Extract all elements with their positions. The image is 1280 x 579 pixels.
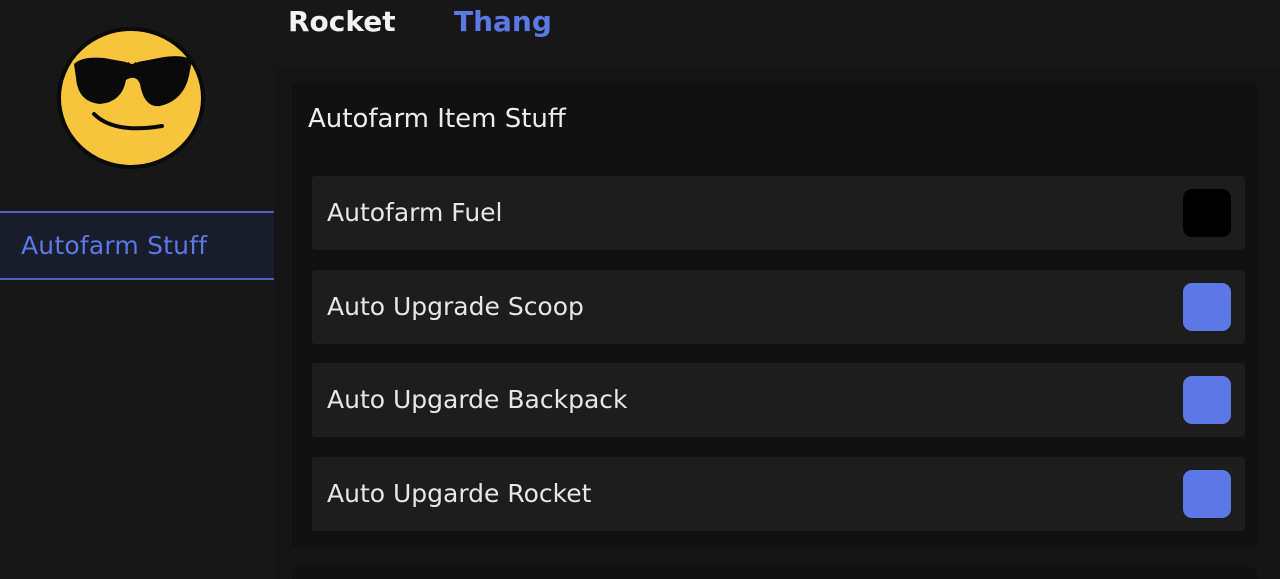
auto-upgarde-rocket-checkbox[interactable] <box>1183 470 1231 518</box>
toggle-label: Auto Upgarde Rocket <box>327 479 592 508</box>
sidebar: Autofarm Stuff <box>0 0 274 579</box>
app-window: Autofarm Stuff Rocket Thang Autofarm Ite… <box>0 0 1280 579</box>
toggle-row-auto-upgrade-scoop[interactable]: Auto Upgrade Scoop <box>312 270 1245 344</box>
toggle-label: Auto Upgrade Scoop <box>327 292 584 321</box>
autofarm-item-section: Autofarm Item Stuff Autofarm Fuel Auto U… <box>292 83 1257 547</box>
sidebar-item-autofarm-stuff[interactable]: Autofarm Stuff <box>0 211 274 280</box>
section-title: Autofarm Item Stuff <box>308 104 566 134</box>
next-section-panel <box>292 567 1257 579</box>
toggle-row-auto-upgarde-backpack[interactable]: Auto Upgarde Backpack <box>312 363 1245 437</box>
auto-upgarde-backpack-checkbox[interactable] <box>1183 376 1231 424</box>
app-title: Rocket <box>288 5 396 38</box>
sidebar-item-label: Autofarm Stuff <box>21 231 208 260</box>
toggle-label: Auto Upgarde Backpack <box>327 385 628 414</box>
toggle-row-auto-upgarde-rocket[interactable]: Auto Upgarde Rocket <box>312 457 1245 531</box>
auto-upgrade-scoop-checkbox[interactable] <box>1183 283 1231 331</box>
toggle-label: Autofarm Fuel <box>327 198 503 227</box>
autofarm-fuel-checkbox[interactable] <box>1183 189 1231 237</box>
sunglasses-emoji-icon <box>52 22 210 174</box>
main-content: Autofarm Item Stuff Autofarm Fuel Auto U… <box>274 66 1280 579</box>
toggle-row-autofarm-fuel[interactable]: Autofarm Fuel <box>312 176 1245 250</box>
header: Rocket Thang <box>274 0 1280 66</box>
tab-thang[interactable]: Thang <box>454 2 552 42</box>
